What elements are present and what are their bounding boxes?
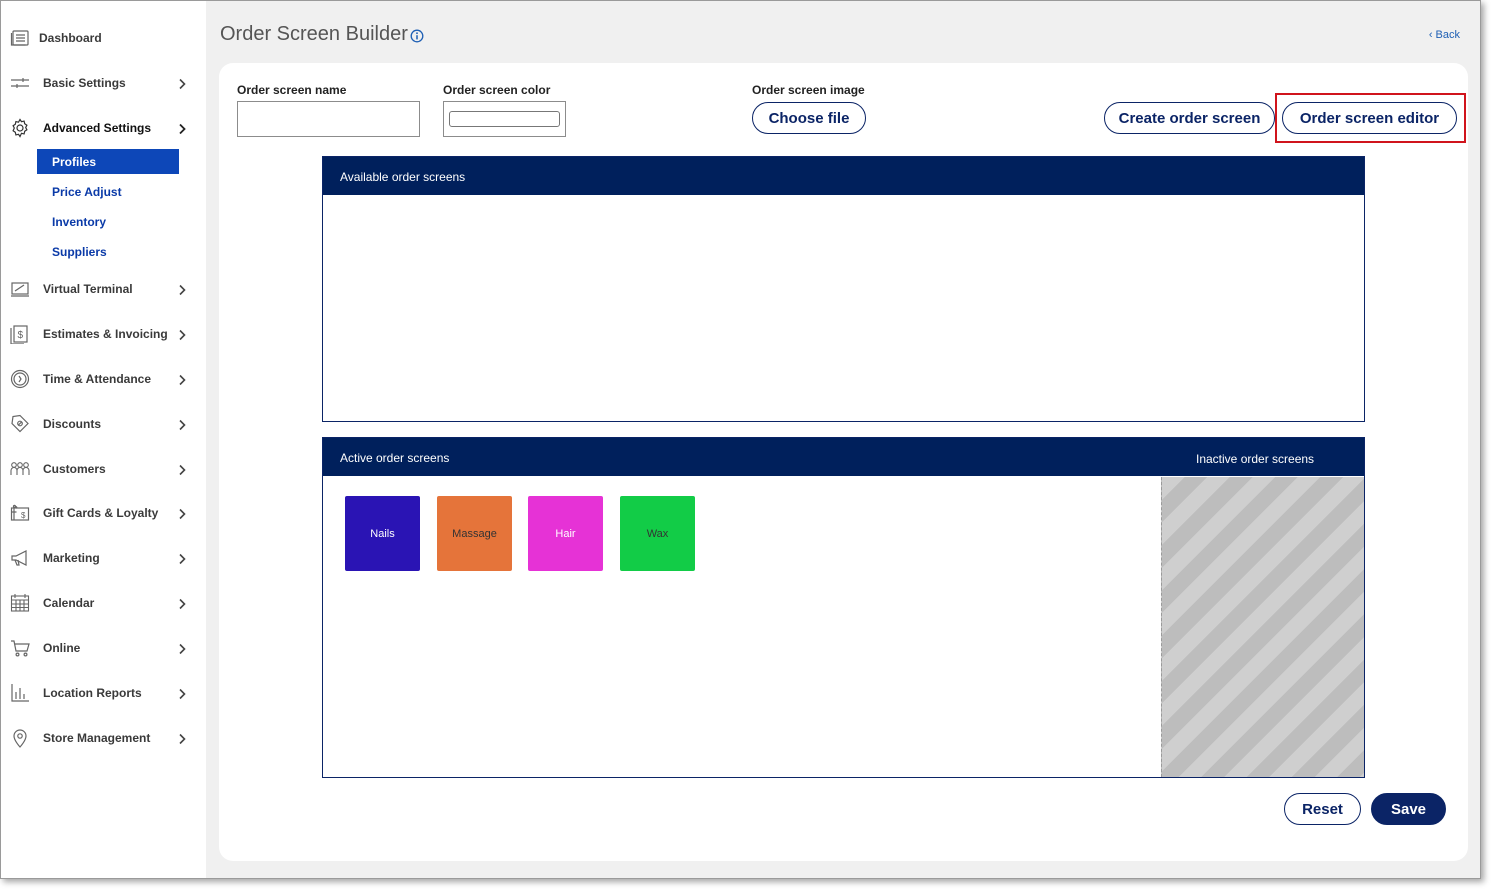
- order-screen-tile-hair[interactable]: Hair: [528, 496, 603, 571]
- sidebar-item-label: Online: [43, 641, 81, 655]
- tile-label: Hair: [555, 527, 576, 540]
- calendar-icon: [9, 592, 31, 614]
- sidebar-item-estimates-invoicing[interactable]: $ Estimates & Invoicing: [1, 319, 206, 349]
- order-screen-tile-nails[interactable]: Nails: [345, 496, 420, 571]
- chevron-right-icon: [177, 463, 187, 476]
- sidebar-item-label: Time & Attendance: [43, 372, 152, 386]
- sidebar-item-label: Estimates & Invoicing: [43, 327, 168, 341]
- active-order-screens-title: Active order screens: [340, 451, 450, 465]
- megaphone-icon: [9, 547, 31, 569]
- save-button[interactable]: Save: [1371, 793, 1446, 825]
- choose-file-button[interactable]: Choose file: [752, 102, 866, 134]
- sliders-icon: [9, 72, 31, 94]
- sidebar-item-advanced-settings[interactable]: Advanced Settings: [1, 113, 206, 143]
- order-screen-image-label: Order screen image: [752, 83, 865, 97]
- inactive-order-screens-title: Inactive order screens: [1196, 452, 1315, 466]
- sidebar-item-label: Basic Settings: [43, 76, 126, 90]
- info-icon[interactable]: [410, 29, 424, 43]
- sidebar: Dashboard Basic Settings Advanced Settin…: [1, 1, 206, 878]
- sidebar-item-label: Store Management: [43, 731, 151, 745]
- sidebar-item-online[interactable]: Online: [1, 633, 206, 663]
- gear-icon: [9, 117, 31, 139]
- page-title: Order Screen Builder: [220, 23, 408, 45]
- sidebar-item-label: Calendar: [43, 596, 95, 610]
- cart-icon: [9, 637, 31, 659]
- terminal-icon: [9, 278, 31, 300]
- sidebar-item-dashboard[interactable]: Dashboard: [1, 23, 206, 53]
- tile-label: Massage: [452, 527, 497, 540]
- sidebar-item-calendar[interactable]: Calendar: [1, 588, 206, 618]
- tag-icon: [9, 413, 31, 435]
- sidebar-item-label: Discounts: [43, 417, 102, 431]
- bar-chart-icon: [9, 682, 31, 704]
- chevron-right-icon: [177, 328, 187, 341]
- gift-card-icon: $: [9, 502, 31, 524]
- chevron-right-icon: [177, 418, 187, 431]
- chevron-right-icon: [177, 77, 187, 90]
- sidebar-item-location-reports[interactable]: Location Reports: [1, 678, 206, 708]
- available-order-screens-panel: Available order screens: [322, 156, 1365, 422]
- app-window: Dashboard Basic Settings Advanced Settin…: [0, 0, 1481, 879]
- chevron-right-icon: [177, 507, 187, 520]
- order-screen-editor-button[interactable]: Order screen editor: [1282, 102, 1457, 134]
- sidebar-item-label: Virtual Terminal: [43, 282, 133, 296]
- available-order-screens-title: Available order screens: [340, 170, 466, 184]
- color-swatch: [449, 111, 560, 127]
- chevron-right-icon: [177, 597, 187, 610]
- order-screen-tile-wax[interactable]: Wax: [620, 496, 695, 571]
- sidebar-item-label: Location Reports: [43, 686, 142, 700]
- order-screen-color-label: Order screen color: [443, 83, 551, 97]
- sidebar-item-label: Marketing: [43, 551, 100, 565]
- chevron-right-icon: [177, 122, 187, 135]
- create-order-screen-button[interactable]: Create order screen: [1104, 102, 1275, 134]
- dashboard-icon: [9, 27, 31, 49]
- sidebar-subitem-suppliers[interactable]: Suppliers: [37, 239, 179, 264]
- main-content: Order Screen Builder ‹ Back Order screen…: [206, 1, 1480, 878]
- sidebar-item-virtual-terminal[interactable]: Virtual Terminal: [1, 274, 206, 304]
- sidebar-item-label: Gift Cards & Loyalty: [43, 506, 159, 520]
- panel-header: Active order screens Inactive order scre…: [323, 438, 1364, 476]
- builder-card: Order screen name Order screen color Ord…: [219, 63, 1468, 861]
- sidebar-item-marketing[interactable]: Marketing: [1, 543, 206, 573]
- invoice-icon: $: [9, 323, 31, 345]
- chevron-right-icon: [177, 687, 187, 700]
- panel-header: Available order screens: [323, 157, 1364, 195]
- chevron-right-icon: [177, 732, 187, 745]
- inactive-order-screens-dropzone[interactable]: [1161, 477, 1364, 777]
- order-screen-color-picker[interactable]: [443, 101, 566, 137]
- svg-text:$: $: [21, 511, 26, 520]
- active-order-screens-panel: Active order screens Inactive order scre…: [322, 437, 1365, 778]
- sidebar-item-time-attendance[interactable]: Time & Attendance: [1, 364, 206, 394]
- sidebar-item-label: Dashboard: [39, 31, 102, 45]
- sidebar-subitem-inventory[interactable]: Inventory: [37, 209, 179, 234]
- chevron-right-icon: [177, 283, 187, 296]
- reset-button[interactable]: Reset: [1284, 793, 1361, 825]
- customers-icon: [9, 458, 31, 480]
- sidebar-item-label: Advanced Settings: [43, 121, 152, 135]
- sidebar-subitem-profiles[interactable]: Profiles: [37, 149, 179, 174]
- sidebar-item-discounts[interactable]: Discounts: [1, 409, 206, 439]
- tile-label: Nails: [370, 527, 395, 540]
- chevron-right-icon: [177, 642, 187, 655]
- sidebar-subitem-price-adjust[interactable]: Price Adjust: [37, 179, 179, 204]
- order-screen-name-label: Order screen name: [237, 83, 347, 97]
- location-pin-icon: [9, 727, 31, 749]
- order-screen-tile-massage[interactable]: Massage: [437, 496, 512, 571]
- sidebar-item-basic-settings[interactable]: Basic Settings: [1, 68, 206, 98]
- clock-icon: [9, 368, 31, 390]
- chevron-right-icon: [177, 373, 187, 386]
- tile-label: Wax: [646, 527, 669, 540]
- chevron-right-icon: [177, 552, 187, 565]
- sidebar-item-customers[interactable]: Customers: [1, 454, 206, 484]
- order-screen-name-input[interactable]: [237, 101, 420, 137]
- sidebar-item-store-management[interactable]: Store Management: [1, 723, 206, 753]
- sidebar-item-label: Customers: [43, 462, 106, 476]
- svg-text:$: $: [18, 330, 24, 341]
- sidebar-item-gift-cards-loyalty[interactable]: $ Gift Cards & Loyalty: [1, 498, 206, 528]
- back-link[interactable]: ‹ Back: [1429, 29, 1460, 41]
